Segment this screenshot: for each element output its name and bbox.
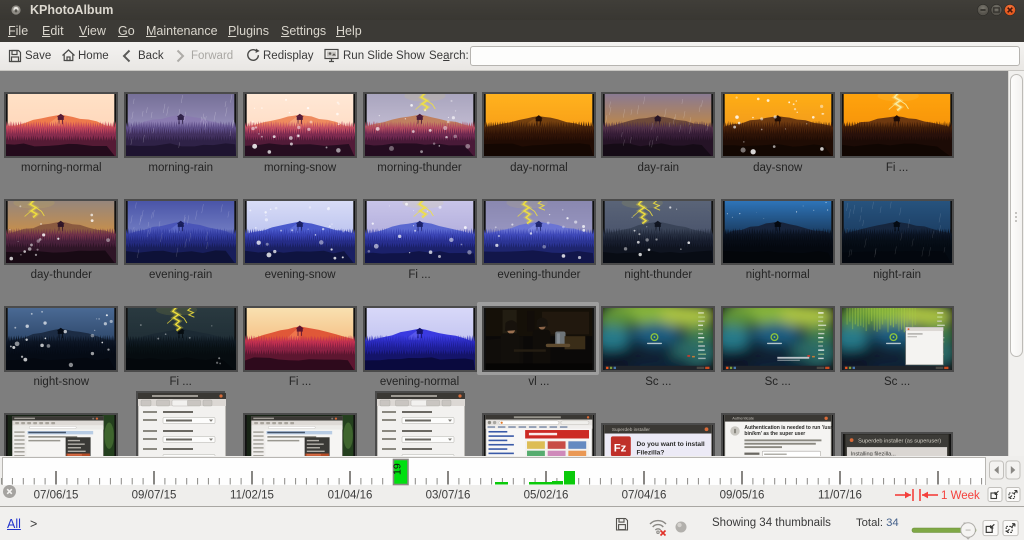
svg-text:07/04/16: 07/04/16 [622,490,667,502]
svg-text:1 Week: 1 Week [941,490,980,502]
svg-text:Authentication is needed to ru: Authentication is needed to run '/usr/ [744,425,833,431]
svg-text:Superdeb installer (as superus: Superdeb installer (as superuser) [859,438,942,444]
svg-text:Filezilla?: Filezilla? [637,449,665,456]
svg-text:Do you want to install: Do you want to install [637,441,705,448]
svg-text:11/02/15: 11/02/15 [230,490,274,502]
svg-text:09/07/15: 09/07/15 [132,490,177,502]
svg-text:03/07/16: 03/07/16 [426,490,471,502]
svg-text:11/07/16: 11/07/16 [818,490,862,502]
svg-text:Fz: Fz [614,443,627,455]
svg-text:Authenticate: Authenticate [732,416,755,421]
svg-text:01/04/16: 01/04/16 [328,490,373,502]
svg-text:Superdeb installer: Superdeb installer [612,427,650,433]
svg-text:07/06/15: 07/06/15 [34,490,79,502]
svg-text:bin/km' as the super user: bin/km' as the super user [744,431,805,437]
svg-text:19: 19 [392,463,404,475]
svg-text:05/02/16: 05/02/16 [524,490,569,502]
svg-text:09/05/16: 09/05/16 [720,490,765,502]
